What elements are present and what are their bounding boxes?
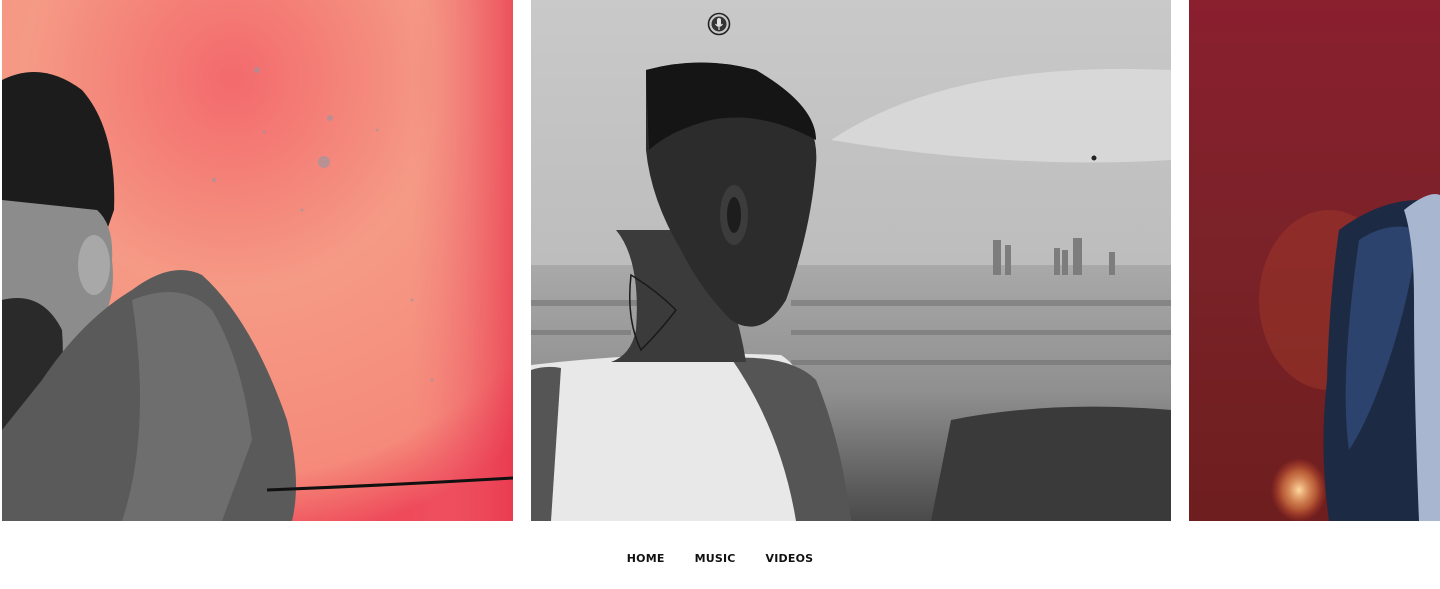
page: HOME MUSIC VIDEOS <box>0 0 1440 589</box>
portrait-city-bw-image <box>531 0 1171 521</box>
carousel-slide-center[interactable] <box>531 0 1171 521</box>
carousel-slide-left[interactable] <box>2 0 513 521</box>
image-carousel[interactable] <box>0 0 1440 521</box>
nav-item-videos[interactable]: VIDEOS <box>766 549 814 569</box>
nav-item-home[interactable]: HOME <box>627 549 665 569</box>
performance-red-image <box>1189 0 1440 521</box>
nav-item-music[interactable]: MUSIC <box>695 549 736 569</box>
carousel-slide-right[interactable] <box>1189 0 1440 521</box>
portrait-red-image <box>2 0 513 521</box>
main-nav: HOME MUSIC VIDEOS <box>0 549 1440 569</box>
microphone-seal-icon[interactable] <box>707 12 731 36</box>
